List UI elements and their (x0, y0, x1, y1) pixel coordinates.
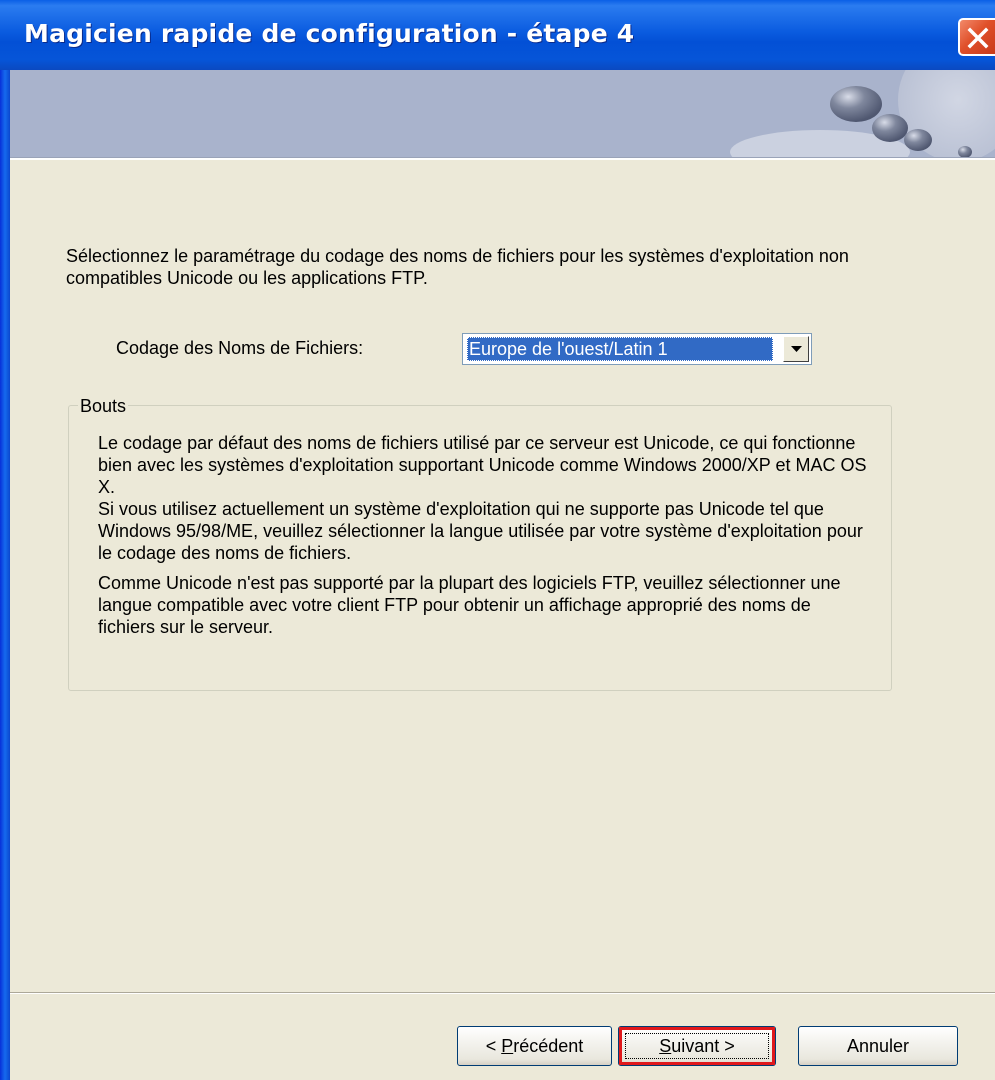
cancel-button[interactable]: Annuler (798, 1026, 958, 1066)
next-button[interactable]: Suivant > (618, 1026, 776, 1066)
tips-paragraph: Si vous utilisez actuellement un système… (98, 499, 863, 563)
intro-text: Sélectionnez le paramétrage du codage de… (66, 246, 849, 288)
decorative-spheres-icon (730, 70, 995, 157)
encoding-label: Codage des Noms de Fichiers: (116, 338, 364, 358)
close-button[interactable] (958, 18, 995, 56)
focus-rect (625, 1033, 769, 1059)
previous-button-mnemonic: P (501, 1036, 514, 1056)
dropdown-button[interactable] (783, 336, 809, 362)
encoding-selected-value: Europe de l'ouest/Latin 1 (467, 337, 773, 361)
wizard-window: Magicien rapide de configuration - étape… (0, 0, 995, 1080)
tips-paragraph: Comme Unicode n'est pas supporté par la … (98, 573, 841, 637)
banner-divider (10, 157, 995, 160)
footer-separator (10, 992, 995, 994)
encoding-select[interactable]: Europe de l'ouest/Latin 1 (462, 333, 812, 365)
window-title: Magicien rapide de configuration - étape… (24, 19, 635, 48)
title-bar[interactable]: Magicien rapide de configuration - étape… (0, 0, 995, 70)
tips-content: Le codage par défaut des noms de fichier… (98, 432, 868, 638)
tips-legend: Bouts (78, 395, 129, 417)
tips-paragraph: Le codage par défaut des noms de fichier… (98, 433, 867, 497)
chevron-down-icon (791, 346, 802, 352)
previous-button-label: récédent (513, 1036, 584, 1056)
close-icon (967, 27, 989, 49)
window-frame-left (0, 70, 10, 1080)
previous-button[interactable]: < Précédent (457, 1026, 612, 1066)
header-banner (10, 70, 995, 157)
previous-button-prefix: < (485, 1036, 502, 1056)
